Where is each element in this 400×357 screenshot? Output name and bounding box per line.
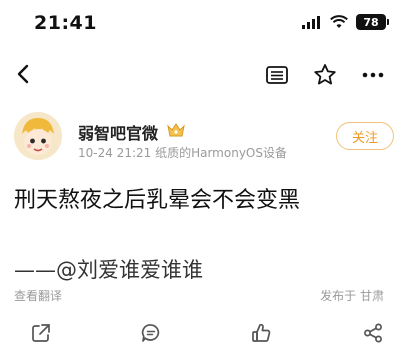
- reader-icon[interactable]: [264, 62, 290, 88]
- nav-bar: [0, 52, 400, 98]
- action-bar: [0, 314, 400, 350]
- author-row: 弱智吧官微 10-24 21:21 纸质的HarmonyOS设备 关注: [14, 112, 394, 164]
- battery-icon: 78: [356, 14, 389, 30]
- avatar[interactable]: [14, 112, 62, 160]
- back-icon[interactable]: [10, 60, 38, 88]
- forward-icon: [364, 323, 382, 343]
- signal-icon: [302, 16, 320, 29]
- post-signature: ——@刘爱谁爱谁谁: [14, 258, 203, 282]
- status-bar: 21:41 78: [0, 0, 400, 44]
- share-icon: [32, 324, 50, 342]
- more-icon[interactable]: [360, 62, 386, 88]
- forward-button[interactable]: [360, 320, 386, 346]
- share-button[interactable]: [28, 320, 54, 346]
- star-icon[interactable]: [312, 62, 338, 88]
- comment-icon: [141, 324, 160, 342]
- vip-badge-icon: [167, 123, 185, 137]
- post-text: 刑天熬夜之后乳晕会不会变黑: [14, 188, 301, 213]
- battery-level: 78: [363, 15, 379, 29]
- author-name[interactable]: 弱智吧官微: [78, 120, 158, 144]
- posted-location: 发布于 甘肃: [320, 289, 384, 303]
- like-button[interactable]: [248, 320, 274, 346]
- status-time: 21:41: [34, 12, 97, 34]
- comment-button[interactable]: [138, 320, 164, 346]
- like-icon: [252, 323, 271, 342]
- wifi-icon: [330, 15, 348, 28]
- avatar-image: [14, 112, 62, 160]
- translate-link[interactable]: 查看翻译: [14, 287, 62, 304]
- status-icons: 78: [302, 14, 389, 30]
- nav-actions: [264, 62, 386, 88]
- post-meta: 10-24 21:21 纸质的HarmonyOS设备: [78, 146, 287, 160]
- follow-button[interactable]: 关注: [336, 122, 394, 150]
